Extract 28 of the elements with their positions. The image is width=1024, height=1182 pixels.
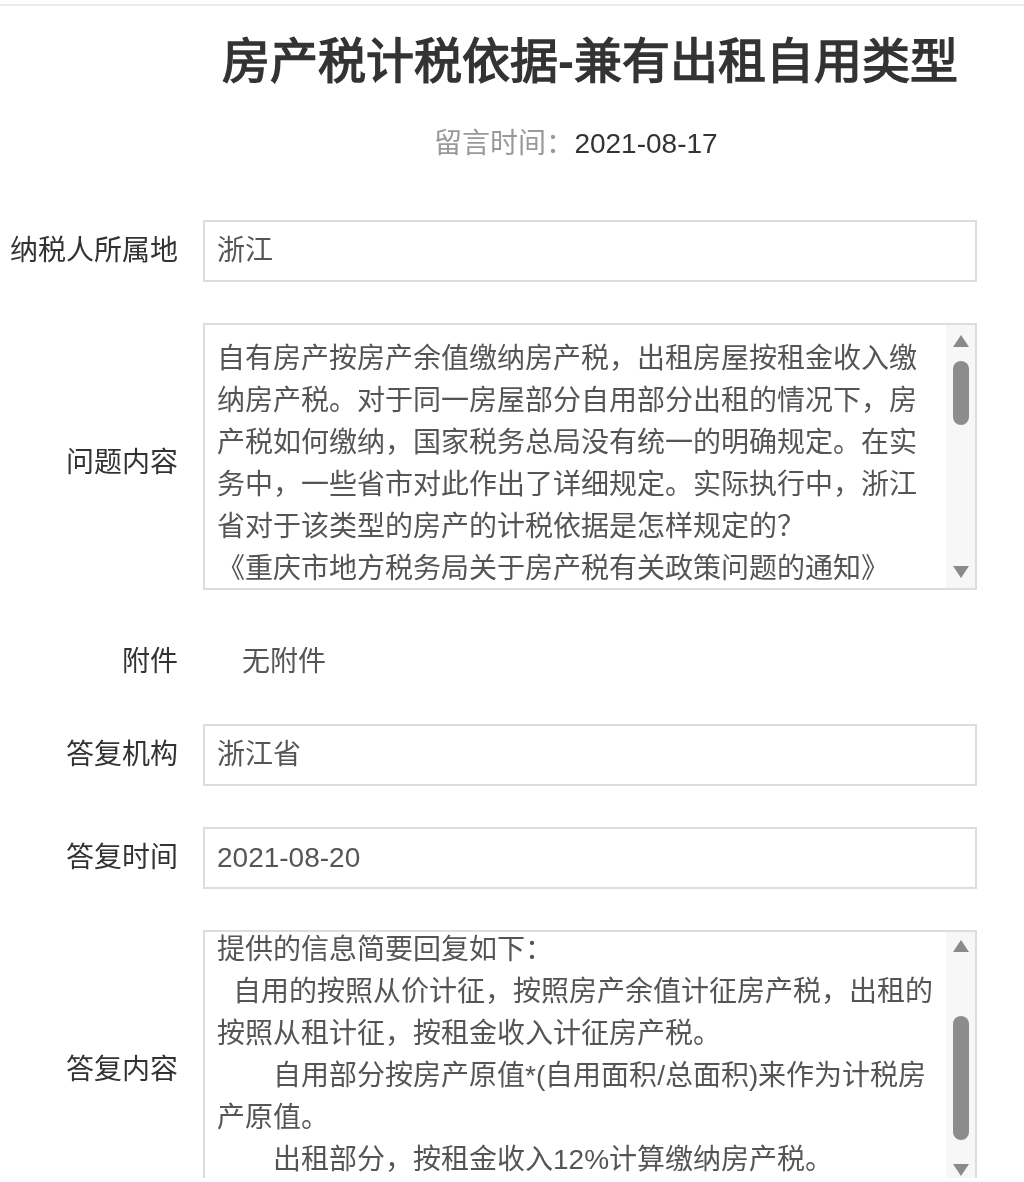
text-field[interactable]: 2021-08-20 (203, 827, 977, 889)
field-label: 答复内容 (65, 1053, 178, 1087)
text-field[interactable]: 浙江 (203, 220, 977, 282)
text-area[interactable]: 提供的信息简要回复如下： 自用的按照从价计征，按照房产余值计征房产税，出租的按照从租计征，按租金收入计征房产税。 自用部分按房产原值*(自用面积/总面积)来作为计税房产原值。 出租部分，按租金收入12%计算缴纳房产税。 (203, 930, 977, 1178)
text-field[interactable]: 浙江省 (203, 724, 977, 786)
paragraph-text: 提供的信息简要回复如下： (217, 933, 554, 967)
scrollbar-thumb[interactable] (952, 1016, 969, 1140)
scrollbar-thumb[interactable] (952, 361, 969, 425)
page-title: 房产税计税依据-兼有出租自用类型 (221, 34, 959, 90)
paragraph-text: 自用部分按房产原值*(自用面积/总面积)来作为计税房产原值。 (217, 1059, 928, 1135)
field-label: 问题内容 (65, 446, 178, 480)
paragraph-text: 出租部分，按租金收入12%计算缴纳房产税。 (272, 1143, 835, 1177)
scroll-up-icon[interactable] (952, 335, 969, 347)
scroll-down-icon[interactable] (952, 566, 969, 578)
text-area[interactable]: 自有房产按房产余值缴纳房产税，出租房屋按租金收入缴纳房产税。对于同一房屋部分自用部分出租的情况下，房产税如何缴纳，国家税务总局没有统一的明确规定。在实务中，一些省市对此作出了详细规定。实际执行中，浙江省对于该类型的房产的计税依据是怎样规定的？ 《重庆市地方税务局关于房产税有关政策问题的通知》 (203, 323, 977, 590)
field-label: 答复机构 (65, 738, 178, 772)
paragraph-text: 自有房产按房产余值缴纳房产税，出租房屋按租金收入缴纳房产税。对于同一房屋部分自用部分出租的情况下，房产税如何缴纳，国家税务总局没有统一的明确规定。在实务中，一些省市对此作出了详细规定。实际执行中，浙江省对于该类型的房产的计税依据是怎样规定的？ (217, 342, 918, 544)
attachment-text: 无附件 (242, 645, 326, 679)
field-label: 纳税人所属地 (9, 234, 178, 268)
scrollbar[interactable] (946, 932, 975, 1178)
field-label: 附件 (121, 645, 178, 679)
scroll-down-icon[interactable] (952, 1164, 969, 1176)
paragraph-text: 自用的按照从价计征，按照房产余值计征房产税，出租的按照从租计征，按租金收入计征房产税。 (217, 975, 934, 1051)
paragraph-text: 《重庆市地方税务局关于房产税有关政策问题的通知》 (217, 552, 890, 586)
scroll-up-icon[interactable] (952, 940, 969, 952)
scrollbar[interactable] (946, 325, 975, 588)
field-label: 答复时间 (65, 841, 178, 875)
posted-time: 留言时间：2021-08-17 (434, 127, 719, 161)
